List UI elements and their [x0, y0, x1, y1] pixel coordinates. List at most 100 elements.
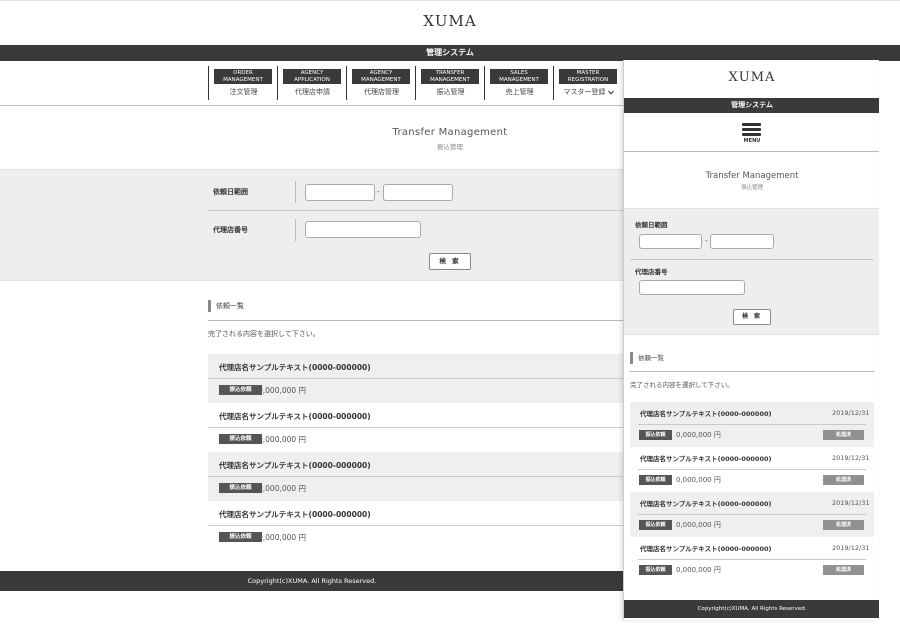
nav-item-en-label: MASTER REGISTRATION — [559, 69, 617, 84]
list-section-title: 依頼一覧 — [630, 352, 664, 364]
status-badge: 処理済 — [823, 475, 864, 485]
transfer-request-badge: 振込依頼 — [219, 385, 262, 395]
nav-item-ja-label: 注文管理 — [229, 88, 258, 96]
filter-divider — [630, 259, 874, 260]
request-date: 2019/12/31 — [832, 544, 870, 552]
date-range-label: 依頼日範囲 — [213, 188, 248, 196]
amount: 0,000,000 円 — [676, 476, 721, 484]
menu-bar — [742, 128, 761, 131]
list-item[interactable]: 代理店名サンプルテキスト(0000-000000) 2019/12/31 振込依… — [630, 402, 874, 447]
transfer-request-badge: 振込依頼 — [219, 483, 262, 493]
menu-label: MENU — [743, 138, 761, 144]
nav-item-ja-label: 代理店申請 — [295, 88, 330, 96]
system-name-bar: 管理システム — [0, 45, 900, 61]
hamburger-menu-icon[interactable]: MENU — [742, 123, 762, 145]
menu-bar — [742, 133, 761, 136]
nav-item-transfer[interactable]: TRANSFER MANAGEMENT 振込管理 — [415, 66, 484, 100]
row-divider — [638, 514, 866, 515]
row-divider — [638, 559, 866, 560]
transfer-request-badge: 振込依頼 — [639, 430, 672, 440]
request-date: 2019/12/31 — [832, 409, 870, 417]
agency-number-label: 代理店番号 — [213, 226, 248, 234]
list-instruction: 完了される内容を選択して下さい。 — [630, 381, 734, 389]
nav-item-ja-label: 代理店管理 — [364, 88, 399, 96]
status-badge: 処理済 — [823, 520, 864, 530]
amount: 0,000,000 円 — [258, 533, 307, 542]
request-date: 2019/12/31 — [832, 454, 870, 462]
search-button[interactable]: 検 索 — [733, 309, 771, 325]
transfer-request-badge: 振込依頼 — [219, 532, 262, 542]
row-divider — [638, 424, 866, 425]
list-item[interactable]: 代理店名サンプルテキスト(0000-000000) 2019/12/31 振込依… — [630, 537, 874, 582]
agency-number-label: 代理店番号 — [635, 268, 668, 276]
status-badge: 処理済 — [823, 565, 864, 575]
agency-number-input[interactable] — [305, 221, 421, 238]
date-range-dash: - — [705, 237, 708, 245]
search-filter-panel: 依頼日範囲 - 代理店番号 検 索 — [0, 169, 624, 281]
date-to-input[interactable] — [710, 234, 774, 249]
nav-item-ja-label: 売上管理 — [505, 88, 534, 96]
transfer-request-badge: 振込依頼 — [639, 475, 672, 485]
top-border — [0, 0, 900, 1]
section-divider — [630, 371, 874, 372]
list-instruction: 完了される内容を選択して下さい。 — [208, 330, 320, 338]
transfer-request-badge: 振込依頼 — [639, 520, 672, 530]
search-filter-panel: 依頼日範囲 - 代理店番号 検 索 — [624, 208, 879, 335]
menu-divider — [624, 151, 879, 152]
status-badge: 処理済 — [823, 430, 864, 440]
label-separator — [295, 181, 296, 203]
global-nav: ORDER MANAGEMENT 注文管理 AGENCY APPLICATION… — [208, 66, 622, 100]
amount: 0,000,000 円 — [258, 386, 307, 395]
page-subtitle: 振込管理 — [740, 185, 763, 191]
date-from-input[interactable] — [639, 234, 702, 249]
mobile-view: XUMA 管理システム MENU Transfer Management 振込管… — [623, 60, 879, 620]
system-name-bar: 管理システム — [624, 98, 879, 113]
row-divider — [208, 427, 624, 428]
date-to-input[interactable] — [383, 184, 453, 201]
agency-name: 代理店名サンプルテキスト(0000-000000) — [219, 510, 371, 519]
nav-item-en-label: SALES MANAGEMENT — [490, 69, 548, 84]
site-logo[interactable]: XUMA — [624, 70, 879, 85]
page-title: Transfer Management — [705, 171, 799, 181]
nav-item-sales[interactable]: SALES MANAGEMENT 売上管理 — [484, 66, 553, 100]
nav-item-ja-label: 振込管理 — [436, 88, 465, 96]
date-from-input[interactable] — [305, 184, 375, 201]
transfer-request-badge: 振込依頼 — [219, 434, 262, 444]
list-item[interactable]: 代理店名サンプルテキスト(0000-000000) 2019/12/31 振込依… — [630, 447, 874, 492]
date-range-dash: - — [377, 188, 380, 196]
nav-item-en-label: TRANSFER MANAGEMENT — [421, 69, 479, 84]
amount: 0,000,000 円 — [258, 435, 307, 444]
nav-item-ja-label: マスター登録 — [554, 87, 623, 97]
amount: 0,000,000 円 — [676, 521, 721, 529]
nav-item-order[interactable]: ORDER MANAGEMENT 注文管理 — [208, 66, 277, 100]
section-divider — [208, 320, 624, 321]
amount: 0,000,000 円 — [676, 431, 721, 439]
request-date: 2019/12/31 — [832, 499, 870, 507]
list-item[interactable]: 代理店名サンプルテキスト(0000-000000) 振込依頼 0,000,000… — [208, 354, 624, 403]
chevron-down-icon — [607, 90, 614, 95]
row-divider — [638, 469, 866, 470]
date-range-label: 依頼日範囲 — [635, 221, 668, 229]
nav-item-master[interactable]: MASTER REGISTRATION マスター登録 — [553, 66, 622, 100]
agency-name: 代理店名サンプルテキスト(0000-000000) — [640, 410, 772, 418]
row-divider — [208, 525, 624, 526]
amount: 0,000,000 円 — [676, 566, 721, 574]
nav-item-agency-application[interactable]: AGENCY APPLICATION 代理店申請 — [277, 66, 346, 100]
list-item[interactable]: 代理店名サンプルテキスト(0000-000000) 振込依頼 0,000,000… — [208, 403, 624, 452]
row-divider — [208, 378, 624, 379]
agency-name: 代理店名サンプルテキスト(0000-000000) — [640, 455, 772, 463]
search-button[interactable]: 検 索 — [429, 253, 471, 270]
filter-divider — [208, 210, 624, 211]
agency-number-input[interactable] — [639, 280, 745, 295]
list-item[interactable]: 代理店名サンプルテキスト(0000-000000) 振込依頼 0,000,000… — [208, 501, 624, 550]
nav-item-agency-management[interactable]: AGENCY MANAGEMENT 代理店管理 — [346, 66, 415, 100]
nav-item-en-label: AGENCY MANAGEMENT — [352, 69, 410, 84]
list-item[interactable]: 代理店名サンプルテキスト(0000-000000) 2019/12/31 振込依… — [630, 492, 874, 537]
site-logo[interactable]: XUMA — [0, 12, 900, 30]
agency-name: 代理店名サンプルテキスト(0000-000000) — [219, 461, 371, 470]
agency-name: 代理店名サンプルテキスト(0000-000000) — [219, 412, 371, 421]
list-item[interactable]: 代理店名サンプルテキスト(0000-000000) 振込依頼 0,000,000… — [208, 452, 624, 501]
label-separator — [295, 219, 296, 241]
agency-name: 代理店名サンプルテキスト(0000-000000) — [640, 500, 772, 508]
nav-item-en-label: AGENCY APPLICATION — [283, 69, 341, 84]
